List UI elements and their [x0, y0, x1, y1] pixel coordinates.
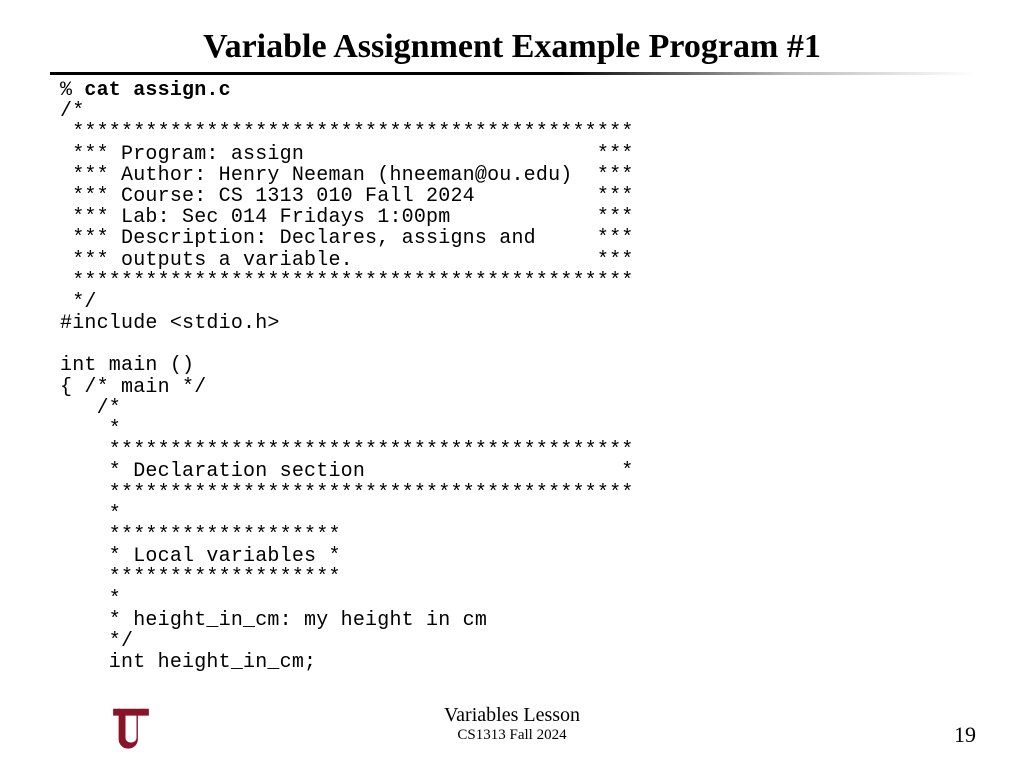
code-line: *** Author: Henry Neeman (hneeman@ou.edu…: [60, 164, 634, 187]
code-line: * Declaration section *: [60, 460, 634, 483]
code-line: ****************************************…: [60, 121, 634, 144]
code-line: */: [60, 630, 133, 653]
code-line: *** Lab: Sec 014 Fridays 1:00pm ***: [60, 206, 634, 229]
prompt-char: %: [60, 79, 84, 102]
code-line: { /* main */: [60, 376, 206, 399]
command-text: cat assign.c: [84, 79, 230, 102]
page-number: 19: [954, 722, 976, 748]
code-line: *: [60, 588, 121, 611]
code-line: *** Program: assign ***: [60, 143, 634, 166]
code-line: ****************************************…: [60, 482, 634, 505]
code-line: int main (): [60, 354, 194, 377]
code-line: /*: [60, 397, 121, 420]
code-line: *******************: [60, 566, 341, 589]
lesson-label: Variables Lesson: [0, 704, 1024, 727]
code-line: #include <stdio.h>: [60, 312, 280, 335]
code-line: *: [60, 503, 121, 526]
code-line: */: [60, 291, 97, 314]
code-block: % cat assign.c /* **********************…: [60, 80, 1024, 673]
code-line: *: [60, 418, 121, 441]
code-line: * height_in_cm: my height in cm: [60, 609, 487, 632]
code-line: ****************************************…: [60, 439, 634, 462]
footer: Variables Lesson CS1313 Fall 2024 19: [0, 704, 1024, 754]
title-divider: [50, 72, 974, 76]
code-line: * Local variables *: [60, 545, 341, 568]
footer-center: Variables Lesson CS1313 Fall 2024: [0, 704, 1024, 744]
divider-gradient: [50, 72, 974, 75]
code-line: int height_in_cm;: [60, 651, 316, 674]
code-line: *******************: [60, 524, 341, 547]
code-line: *** Description: Declares, assigns and *…: [60, 227, 634, 250]
code-line: /*: [60, 100, 84, 123]
slide: Variable Assignment Example Program #1 %…: [0, 0, 1024, 768]
code-line: ****************************************…: [60, 270, 634, 293]
code-line: *** outputs a variable. ***: [60, 249, 634, 272]
slide-title: Variable Assignment Example Program #1: [0, 0, 1024, 72]
course-label: CS1313 Fall 2024: [0, 727, 1024, 744]
code-line: *** Course: CS 1313 010 Fall 2024 ***: [60, 185, 634, 208]
